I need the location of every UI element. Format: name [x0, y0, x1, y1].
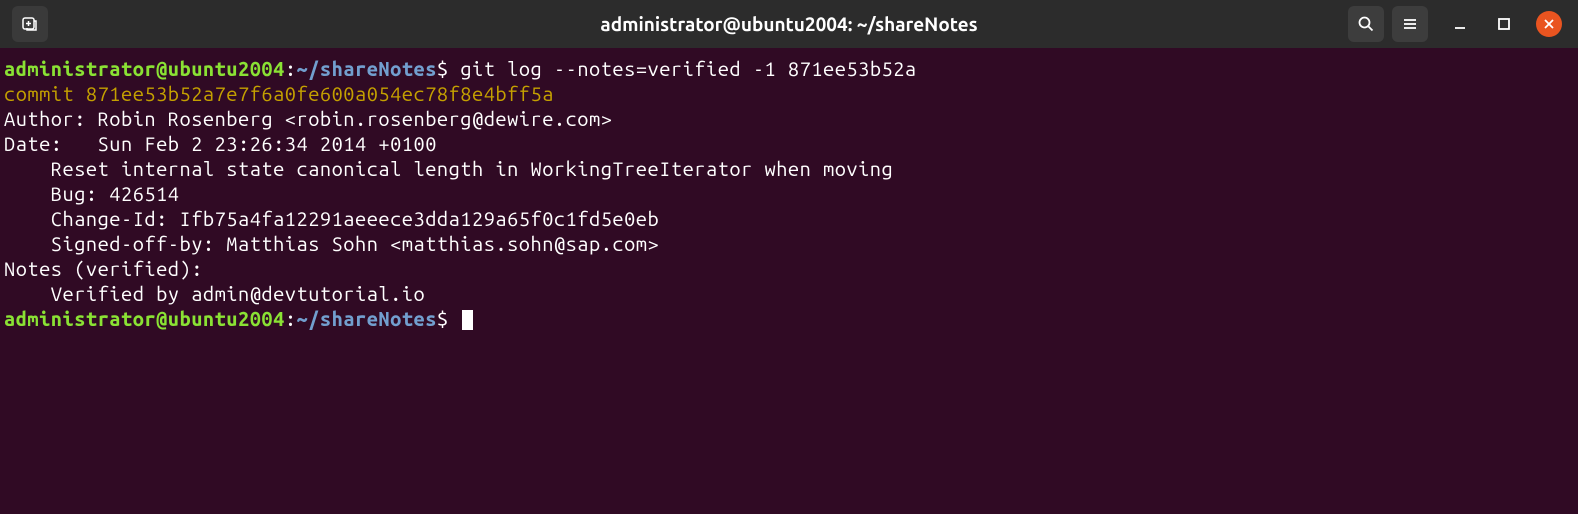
prompt-path: ~/shareNotes	[297, 307, 437, 330]
new-tab-icon	[21, 15, 39, 33]
window-controls	[1448, 11, 1562, 37]
maximize-button[interactable]	[1492, 12, 1516, 36]
output-signedoff: Signed-off-by: Matthias Sohn <matthias.s…	[4, 231, 1574, 256]
output-commit: commit 871ee53b52a7e7f6a0fe600a054ec78f8…	[4, 81, 1574, 106]
maximize-icon	[1497, 17, 1511, 31]
command-line-2: administrator@ubuntu2004:~/shareNotes$	[4, 306, 1574, 331]
output-notes-header: Notes (verified):	[4, 256, 1574, 281]
output-date: Date: Sun Feb 2 23:26:34 2014 +0100	[4, 131, 1574, 156]
output-bug: Bug: 426514	[4, 181, 1574, 206]
new-tab-button[interactable]	[12, 6, 48, 42]
prompt-dollar: $	[437, 57, 449, 80]
close-icon	[1543, 18, 1555, 30]
hamburger-icon	[1401, 15, 1419, 33]
terminal-content[interactable]: administrator@ubuntu2004:~/shareNotes$ g…	[0, 48, 1578, 339]
menu-button[interactable]	[1392, 6, 1428, 42]
titlebar-right	[1348, 6, 1570, 42]
titlebar: administrator@ubuntu2004: ~/shareNotes	[0, 0, 1578, 48]
output-author: Author: Robin Rosenberg <robin.rosenberg…	[4, 106, 1574, 131]
output-msg: Reset internal state canonical length in…	[4, 156, 1574, 181]
entered-command: git log --notes=verified -1 871ee53b52a	[449, 57, 917, 80]
titlebar-left	[8, 6, 48, 42]
minimize-button[interactable]	[1448, 12, 1472, 36]
prompt-colon: :	[285, 57, 297, 80]
minimize-icon	[1453, 17, 1467, 31]
command-line-1: administrator@ubuntu2004:~/shareNotes$ g…	[4, 56, 1574, 81]
cursor	[462, 310, 473, 330]
prompt-colon: :	[285, 307, 297, 330]
prompt-path: ~/shareNotes	[297, 57, 437, 80]
prompt-user: administrator@ubuntu2004	[4, 57, 285, 80]
output-notes-content: Verified by admin@devtutorial.io	[4, 281, 1574, 306]
prompt-user: administrator@ubuntu2004	[4, 307, 285, 330]
prompt-dollar: $	[437, 307, 449, 330]
window-title: administrator@ubuntu2004: ~/shareNotes	[600, 13, 977, 35]
search-button[interactable]	[1348, 6, 1384, 42]
output-changeid: Change-Id: Ifb75a4fa12291aeeece3dda129a6…	[4, 206, 1574, 231]
search-icon	[1357, 15, 1375, 33]
close-button[interactable]	[1536, 11, 1562, 37]
